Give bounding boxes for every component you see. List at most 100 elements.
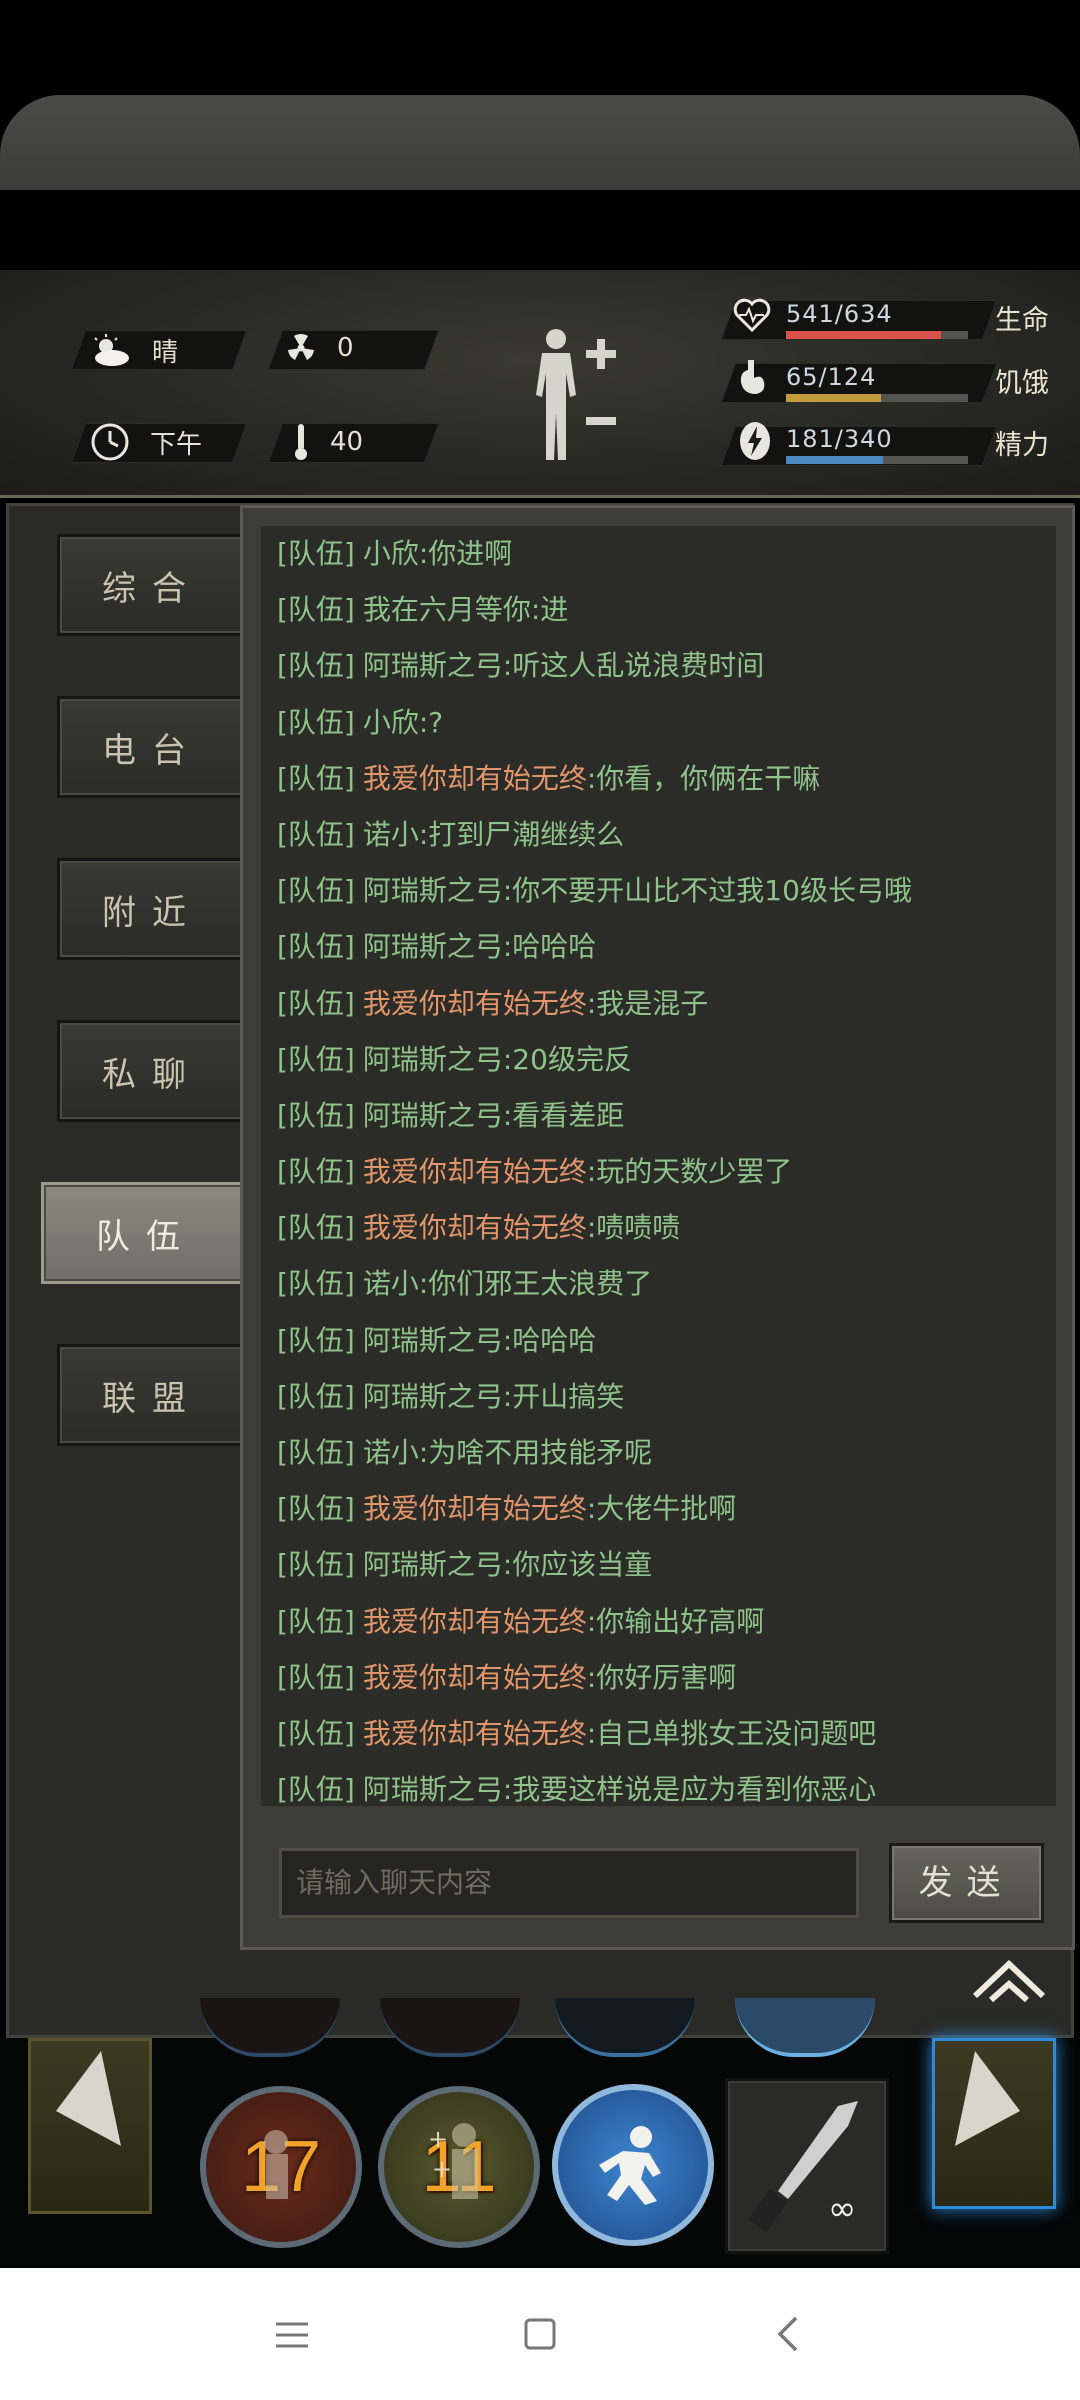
sender-name[interactable]: 阿瑞斯之弓 bbox=[363, 1548, 503, 1581]
chat-message: [队伍] 我爱你却有始无终:玩的天数少罢了 bbox=[261, 1144, 1056, 1200]
sender-name[interactable]: 阿瑞斯之弓 bbox=[363, 1773, 503, 1806]
channel-tag: [队伍] bbox=[277, 1379, 355, 1413]
channel-tag: [队伍] bbox=[277, 761, 355, 795]
tab-nearby[interactable]: 附近 bbox=[57, 858, 247, 960]
sender-name[interactable]: 阿瑞斯之弓 bbox=[363, 874, 503, 907]
chat-message-list[interactable]: [队伍] 小欣:你进啊 [队伍] 我在六月等你:进 [队伍] 阿瑞斯之弓:听这人乱说浪费时… bbox=[261, 526, 1056, 1806]
message-text: :? bbox=[418, 705, 444, 739]
human-body-icon bbox=[536, 329, 616, 460]
skill-slot-1[interactable]: 17 bbox=[200, 2086, 362, 2248]
wrecker-skill-icon bbox=[246, 2122, 316, 2216]
channel-tag: [队伍] bbox=[277, 1773, 355, 1806]
tab-team[interactable]: 队伍 bbox=[41, 1182, 251, 1284]
hunger-value: 65/124 bbox=[786, 363, 877, 391]
sender-name[interactable]: 阿瑞斯之弓 bbox=[363, 1043, 503, 1076]
chat-message: [队伍] 阿瑞斯之弓:你应该当童 bbox=[261, 1537, 1056, 1593]
hunger-bar-fill bbox=[786, 394, 882, 402]
message-text: :玩的天数少罢了 bbox=[586, 1155, 793, 1189]
channel-tag: [队伍] bbox=[277, 537, 355, 570]
message-text: :你们邪王太浪费了 bbox=[418, 1267, 653, 1301]
sender-name[interactable]: 阿瑞斯之弓 bbox=[363, 1099, 503, 1132]
tab-general[interactable]: 综合 bbox=[57, 534, 247, 636]
sender-name[interactable]: 我爱你却有始无终 bbox=[363, 1492, 587, 1525]
chat-input[interactable]: 请输入聊天内容 bbox=[279, 1848, 859, 1918]
chat-message: [队伍] 诺小:你们邪王太浪费了 bbox=[261, 1256, 1056, 1312]
sender-name[interactable]: 阿瑞斯之弓 bbox=[363, 1380, 503, 1413]
menu-nav-button[interactable] bbox=[272, 2318, 312, 2356]
sender-name[interactable]: 我爱你却有始无终 bbox=[363, 1717, 587, 1750]
status-bar: 晴 0 下午 40 541/634 生命 65/124 饥饿 181/340 精… bbox=[0, 270, 1080, 498]
hunger-label: 饥饿 bbox=[995, 368, 1049, 399]
message-text: :你进啊 bbox=[418, 537, 513, 570]
home-square-icon bbox=[524, 2318, 556, 2350]
thermometer-icon bbox=[292, 422, 310, 462]
sender-name[interactable]: 小欣 bbox=[363, 537, 419, 570]
home-nav-button[interactable] bbox=[522, 2316, 558, 2356]
sender-name[interactable]: 我爱你却有始无终 bbox=[363, 1155, 587, 1188]
chat-message: [队伍] 我爱你却有始无终:你看，你俩在干嘛 bbox=[261, 751, 1056, 807]
time-label: 下午 bbox=[150, 429, 203, 460]
energy-bar bbox=[786, 456, 968, 464]
channel-tag: [队伍] bbox=[277, 1660, 355, 1694]
channel-tag: [队伍] bbox=[277, 1042, 355, 1076]
channel-tag: [队伍] bbox=[277, 1267, 355, 1301]
body-status-button[interactable] bbox=[520, 325, 625, 469]
clock-icon bbox=[90, 422, 130, 462]
next-page-button[interactable] bbox=[932, 2038, 1056, 2209]
weather-indicator: 晴 bbox=[90, 332, 178, 369]
stomach-icon bbox=[738, 358, 768, 402]
chat-message: [队伍] 阿瑞斯之弓:20级完反 bbox=[261, 1032, 1056, 1088]
sender-name[interactable]: 我爱你却有始无终 bbox=[363, 987, 587, 1020]
tab-private[interactable]: 私聊 bbox=[57, 1020, 247, 1122]
back-nav-button[interactable] bbox=[774, 2314, 802, 2358]
weapon-durability: ∞ bbox=[828, 2189, 857, 2229]
chat-message: [队伍] 阿瑞斯之弓:哈哈哈 bbox=[261, 919, 1056, 975]
message-text: :你不要开山比不过我10级长弓哦 bbox=[502, 874, 912, 908]
sender-name[interactable]: 我爱你却有始无终 bbox=[363, 1211, 587, 1244]
message-text: :我要这样说是应为看到你恶心 bbox=[502, 1773, 877, 1806]
chat-message: [队伍] 诺小:为啥不用技能矛呢 bbox=[261, 1425, 1056, 1481]
message-text: :自己单挑女王没问题吧 bbox=[586, 1716, 877, 1750]
channel-tag: [队伍] bbox=[277, 874, 355, 908]
energy-bar-fill bbox=[786, 456, 883, 464]
system-nav-bar bbox=[0, 2268, 1080, 2400]
chat-message: [队伍] 阿瑞斯之弓:看看差距 bbox=[261, 1088, 1056, 1144]
message-text: :为啥不用技能矛呢 bbox=[418, 1436, 653, 1469]
chat-message: [队伍] 诺小:打到尸潮继续么 bbox=[261, 807, 1056, 863]
channel-tag: [队伍] bbox=[277, 1716, 355, 1750]
menu-icon bbox=[276, 2322, 308, 2348]
svg-text:+: + bbox=[432, 2155, 452, 2183]
chat-message: [队伍] 我爱你却有始无终:自己单挑女王没问题吧 bbox=[261, 1706, 1056, 1762]
sender-name[interactable]: 阿瑞斯之弓 bbox=[363, 649, 503, 682]
skill-slot-3[interactable] bbox=[552, 2084, 714, 2246]
sender-name[interactable]: 我在六月等你 bbox=[363, 593, 531, 626]
sender-name[interactable]: 诺小 bbox=[363, 818, 419, 851]
energy-label: 精力 bbox=[995, 430, 1049, 461]
chat-message: [队伍] 阿瑞斯之弓:哈哈哈 bbox=[261, 1313, 1056, 1369]
sender-name[interactable]: 小欣 bbox=[363, 706, 419, 739]
tab-alliance[interactable]: 联盟 bbox=[57, 1344, 247, 1446]
chat-message: [队伍] 我在六月等你:进 bbox=[261, 582, 1056, 638]
message-text: :哈哈哈 bbox=[502, 930, 597, 964]
sender-name[interactable]: 我爱你却有始无终 bbox=[363, 1661, 587, 1694]
back-chevron-icon bbox=[777, 2316, 798, 2352]
channel-tag: [队伍] bbox=[277, 1211, 355, 1245]
sender-name[interactable]: 我爱你却有始无终 bbox=[363, 1605, 587, 1638]
previous-page-button[interactable] bbox=[28, 2038, 152, 2214]
weapon-slot[interactable]: ∞ bbox=[725, 2078, 889, 2254]
send-button[interactable]: 发送 bbox=[889, 1843, 1044, 1923]
sender-name[interactable]: 诺小 bbox=[363, 1267, 419, 1300]
channel-tag: [队伍] bbox=[277, 1323, 355, 1357]
sender-name[interactable]: 阿瑞斯之弓 bbox=[363, 1324, 503, 1357]
message-text: :进 bbox=[530, 593, 569, 627]
message-text: :大佬牛批啊 bbox=[586, 1492, 737, 1526]
chat-message: [队伍] 小欣:? bbox=[261, 695, 1056, 751]
skill-slot-2[interactable]: ++ 11 bbox=[378, 2086, 540, 2248]
sender-name[interactable]: 阿瑞斯之弓 bbox=[363, 930, 503, 963]
sender-name[interactable]: 我爱你却有始无终 bbox=[363, 762, 587, 795]
collapse-chat-button[interactable] bbox=[969, 1956, 1049, 2008]
double-chevron-up-icon bbox=[972, 1959, 1046, 2003]
sender-name[interactable]: 诺小 bbox=[363, 1436, 419, 1469]
tab-radio[interactable]: 电台 bbox=[57, 696, 247, 798]
chat-message: [队伍] 我爱你却有始无终:我是混子 bbox=[261, 976, 1056, 1032]
